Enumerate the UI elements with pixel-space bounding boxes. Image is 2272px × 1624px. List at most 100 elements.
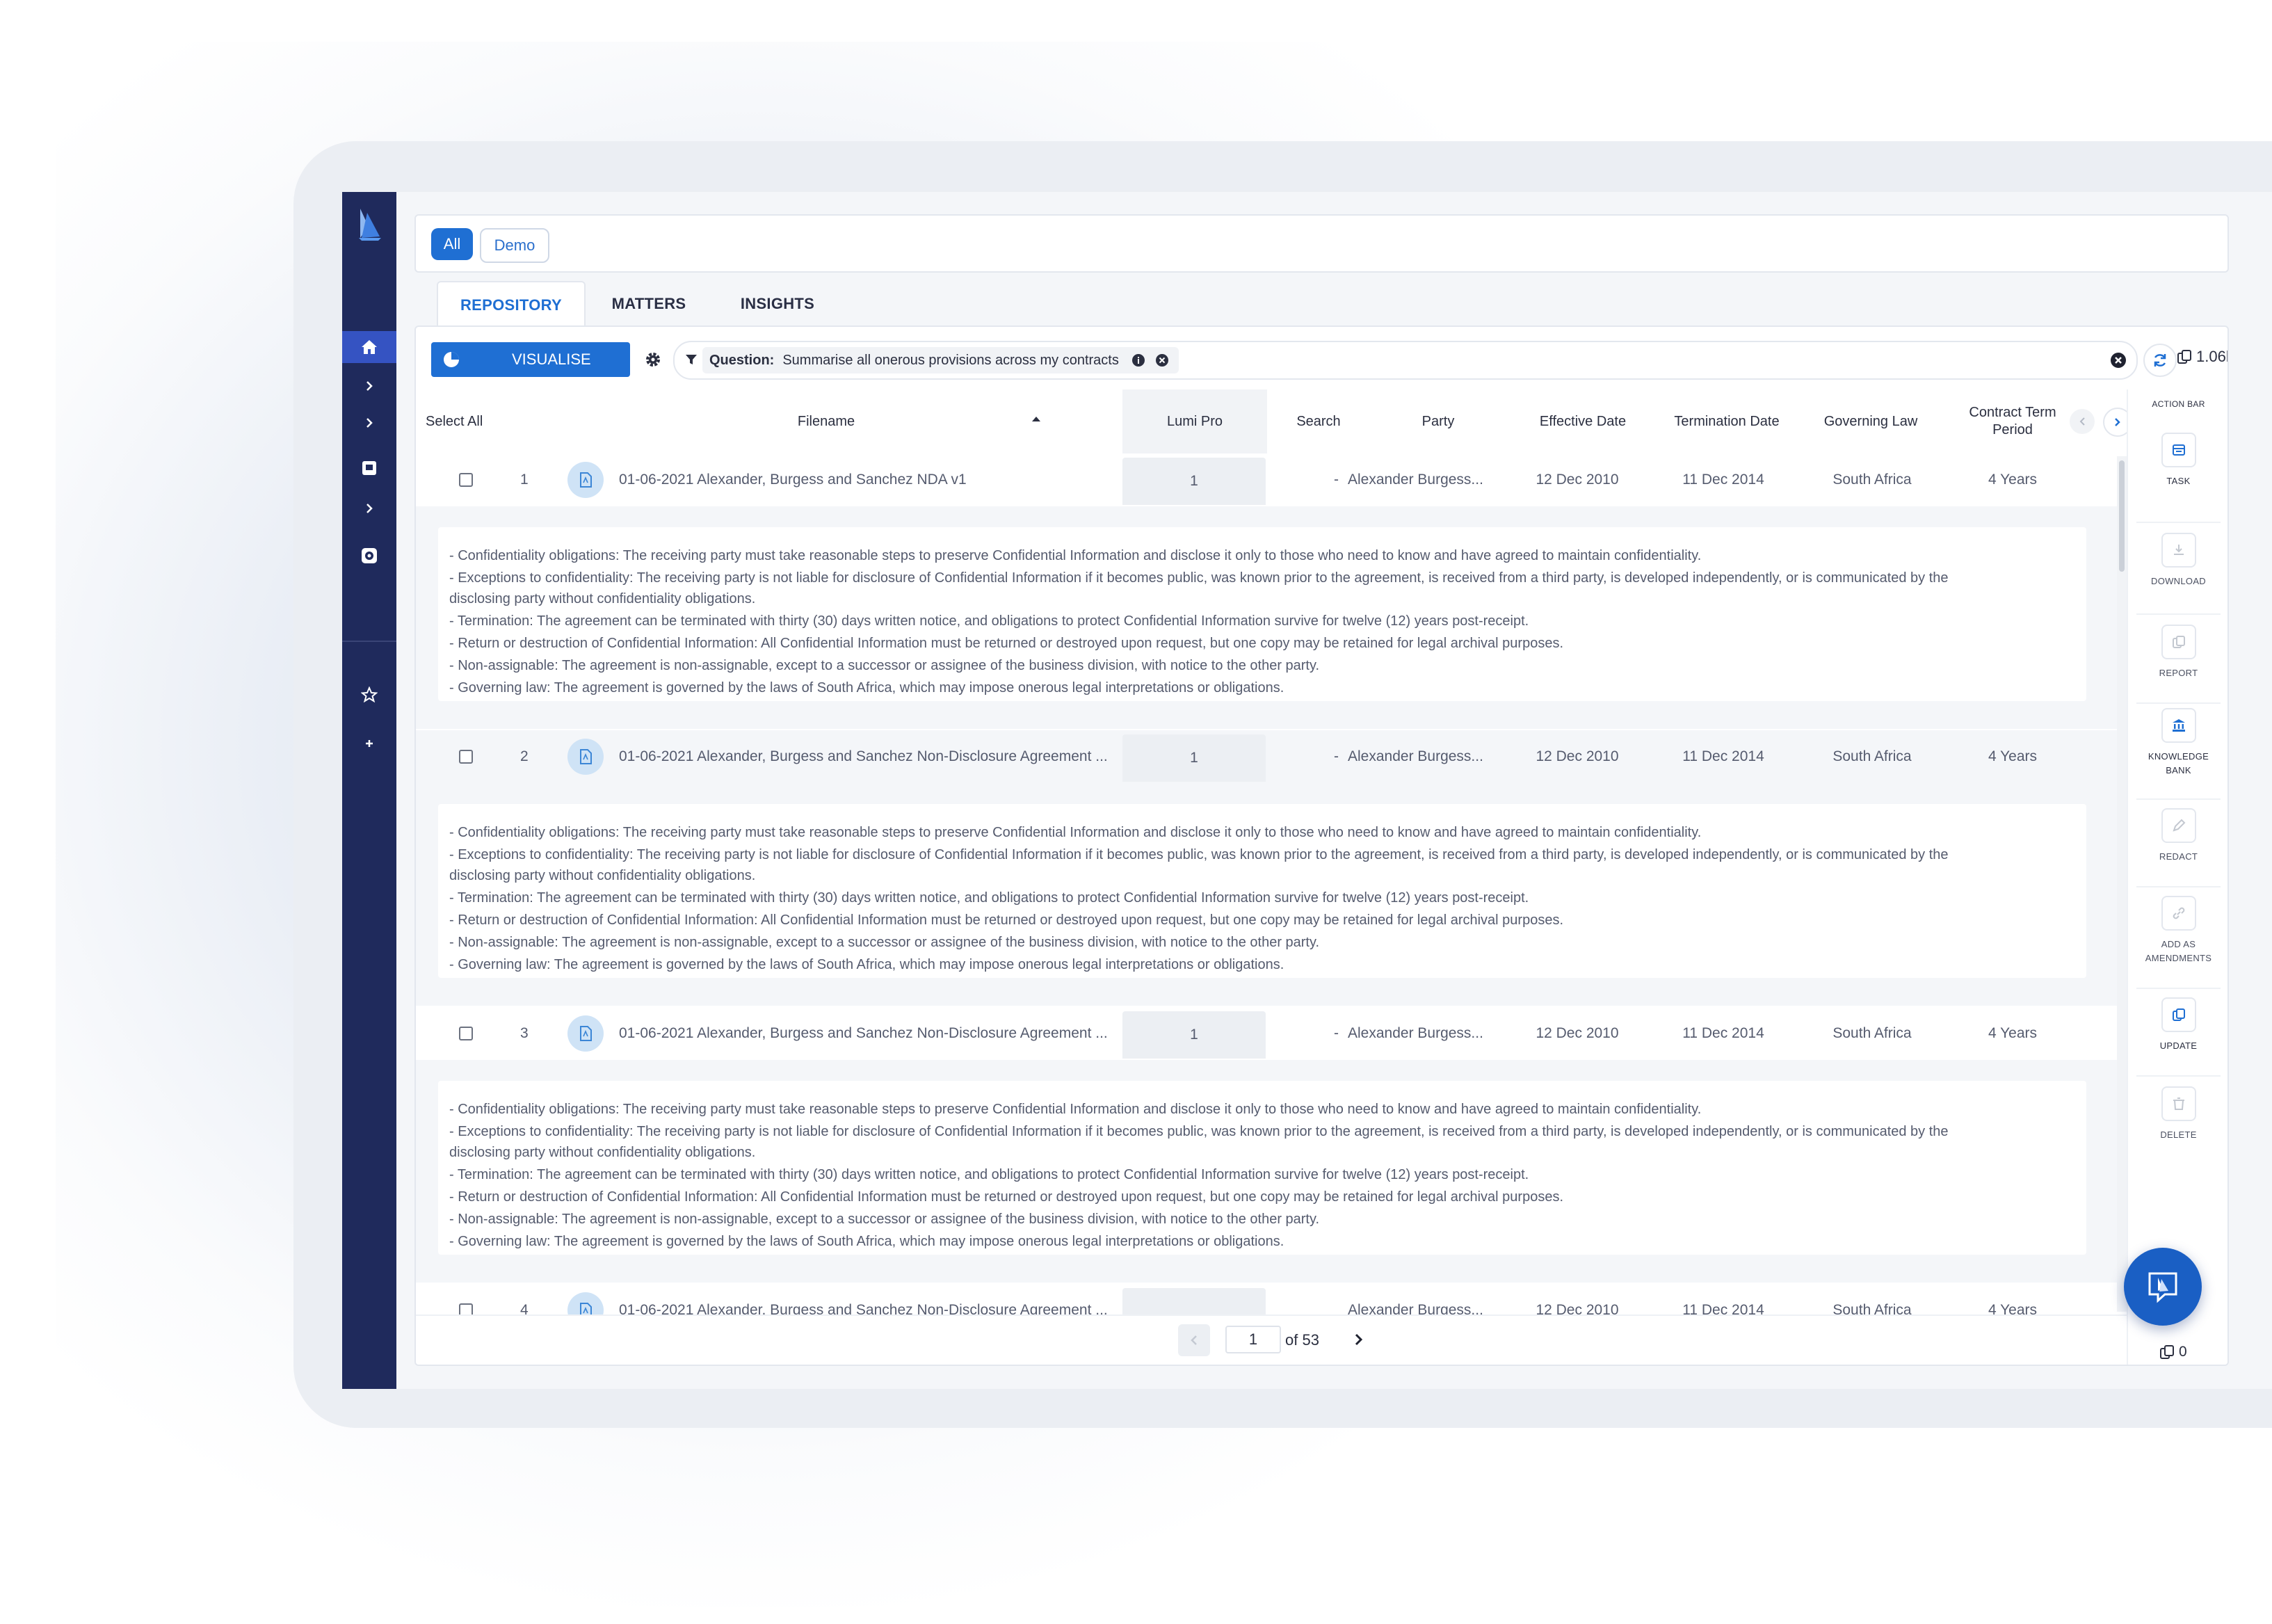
lumi-pro-cell[interactable]: 1 [1122,734,1266,782]
plus-icon[interactable] [342,727,396,759]
tab-insights[interactable]: INSIGHTS [715,281,840,327]
star-icon[interactable] [342,679,396,711]
table-row[interactable]: 4 01-06-2021 Alexander, Burgess and Sanch… [416,1284,2127,1315]
filename-header[interactable]: Filename [764,389,889,453]
ai-summary-panel: - Confidentiality obligations: The recei… [416,506,2127,729]
party-cell: Alexander Burgess... [1348,472,1483,488]
action-divider [2136,613,2221,615]
gear-icon[interactable] [644,351,662,369]
ai-summary-text: - Confidentiality obligations: The recei… [438,804,2086,978]
party-header[interactable]: Party [1369,389,1508,453]
effective-date-header[interactable]: Effective Date [1515,389,1651,453]
contract-term-cell: 4 Years [1988,472,2038,488]
task-action[interactable]: TASK [2128,433,2227,488]
governing-law-header[interactable]: Governing Law [1803,389,1939,453]
effective-date-cell: 12 Dec 2010 [1536,1025,1619,1041]
summary-line: disclosing party without confidentiality… [449,591,756,606]
report-icon [2172,636,2185,648]
search-header[interactable]: Search [1277,389,1360,453]
scrollbar-thumb[interactable] [2119,460,2125,572]
redact-action[interactable]: REDACT [2128,808,2227,864]
filename-cell[interactable]: 01-06-2021 Alexander, Burgess and Sanche… [619,1007,1118,1060]
action-divider [2136,886,2221,887]
pdf-file-icon[interactable] [567,1015,604,1052]
lumi-pro-cell[interactable] [1122,1288,1266,1315]
update-action-label: UPDATE [2159,1040,2198,1051]
delete-action[interactable]: DELETE [2128,1086,2227,1142]
settings-icon[interactable] [342,540,396,572]
row-checkbox[interactable] [459,750,473,764]
pdf-file-icon[interactable] [567,462,604,498]
lumi-pro-cell[interactable]: 1 [1122,458,1266,505]
chevron-right-icon[interactable] [342,370,396,402]
select-all-header[interactable]: Select All [426,389,495,453]
question-search-bar[interactable]: Question: Summarise all onerous provisio… [673,341,2138,380]
question-chip[interactable]: Question: Summarise all onerous provisio… [702,347,1179,373]
termination-date-header[interactable]: Termination Date [1654,389,1800,453]
checkbox-cell [459,1284,476,1315]
add-as-amendments-action[interactable]: ADD AS AMENDMENTS [2128,896,2227,965]
download-action-label: DOWNLOAD [2151,576,2206,586]
page-number-input[interactable]: 1 [1225,1326,1281,1353]
info-icon[interactable] [1131,353,1145,367]
repository-toolbar: VISUALISE Question: Summarise all onerou… [416,327,2227,391]
remove-question-icon[interactable] [1155,353,1169,367]
lumi-pro-header[interactable]: Lumi Pro [1122,389,1267,453]
refresh-button[interactable] [2143,344,2177,377]
lumi-assistant-button[interactable] [2124,1248,2202,1326]
redact-pen-icon [2172,819,2185,832]
table-row[interactable]: 1 01-06-2021 Alexander, Burgess and Sanch… [416,453,2127,507]
clear-search-icon[interactable] [2110,352,2127,369]
tab-matters[interactable]: MATTERS [590,281,708,327]
ai-summary-panel: - Confidentiality obligations: The recei… [416,1060,2127,1283]
contract-term-header[interactable]: Contract Term Period [1943,389,2082,453]
summary-line: - Exceptions to confidentiality: The rec… [449,847,1949,862]
chevron-right-icon[interactable] [342,492,396,524]
tab-repository[interactable]: REPOSITORY [437,281,586,328]
previous-page-button[interactable] [1178,1324,1210,1356]
summary-line: - Governing law: The agreement is govern… [449,1234,1284,1249]
task-icon [2172,444,2185,456]
row-checkbox[interactable] [459,473,473,487]
row-checkbox[interactable] [459,1303,473,1315]
table-row[interactable]: 3 01-06-2021 Alexander, Burgess and Sanch… [416,1007,2127,1061]
filter-all-button[interactable]: All [431,228,473,260]
visualise-button[interactable]: VISUALISE [431,342,630,377]
summary-line: - Return or destruction of Confidential … [449,913,1564,928]
next-page-button[interactable] [1345,1326,1373,1353]
filename-cell[interactable]: 01-06-2021 Alexander, Burgess and Sanche… [619,730,1118,783]
download-action[interactable]: DOWNLOAD [2128,533,2227,588]
termination-date-cell: 11 Dec 2014 [1682,748,1764,764]
filter-demo-button[interactable]: Demo [480,228,549,263]
home-icon[interactable] [342,331,396,363]
scroll-columns-left-button[interactable] [2070,409,2095,434]
summary-line: - Exceptions to confidentiality: The rec… [449,570,1949,586]
table-row[interactable]: 2 01-06-2021 Alexander, Burgess and Sanch… [416,730,2127,784]
termination-date-cell: 11 Dec 2014 [1682,1302,1764,1315]
table-scrollbar[interactable] [2117,456,2127,1312]
knowledge-bank-label-line2: BANK [2166,764,2191,775]
chevron-right-icon[interactable] [342,407,396,439]
contract-term-cell: 4 Years [1988,748,2038,764]
filename-cell[interactable]: 01-06-2021 Alexander, Burgess and Sanche… [619,1284,1118,1315]
lumi-pro-cell[interactable]: 1 [1122,1011,1266,1059]
row-checkbox[interactable] [459,1027,473,1040]
summary-line: - Non-assignable: The agreement is non-a… [449,658,1320,673]
knowledge-bank-action[interactable]: KNOWLEDGE BANK [2128,708,2227,777]
knowledge-bank-label-line1: KNOWLEDGE [2148,751,2209,762]
checkbox-cell [459,730,476,783]
sort-up-icon[interactable] [1031,415,1042,423]
governing-law-cell: South Africa [1832,748,1912,764]
action-divider [2136,988,2221,989]
pdf-file-icon[interactable] [567,739,604,775]
scroll-columns-right-button[interactable] [2103,408,2127,437]
document-icon[interactable] [342,452,396,484]
filename-cell[interactable]: 01-06-2021 Alexander, Burgess and Sanche… [619,453,1118,506]
governing-law-cell: South Africa [1832,1025,1912,1041]
pdf-file-icon[interactable] [567,1292,604,1315]
summary-line: - Confidentiality obligations: The recei… [449,825,1702,840]
update-action[interactable]: UPDATE [2128,997,2227,1053]
ai-summary-text: - Confidentiality obligations: The recei… [438,527,2086,701]
report-action[interactable]: REPORT [2128,625,2227,680]
contract-term-header-line1: Contract Term [1969,405,2056,420]
